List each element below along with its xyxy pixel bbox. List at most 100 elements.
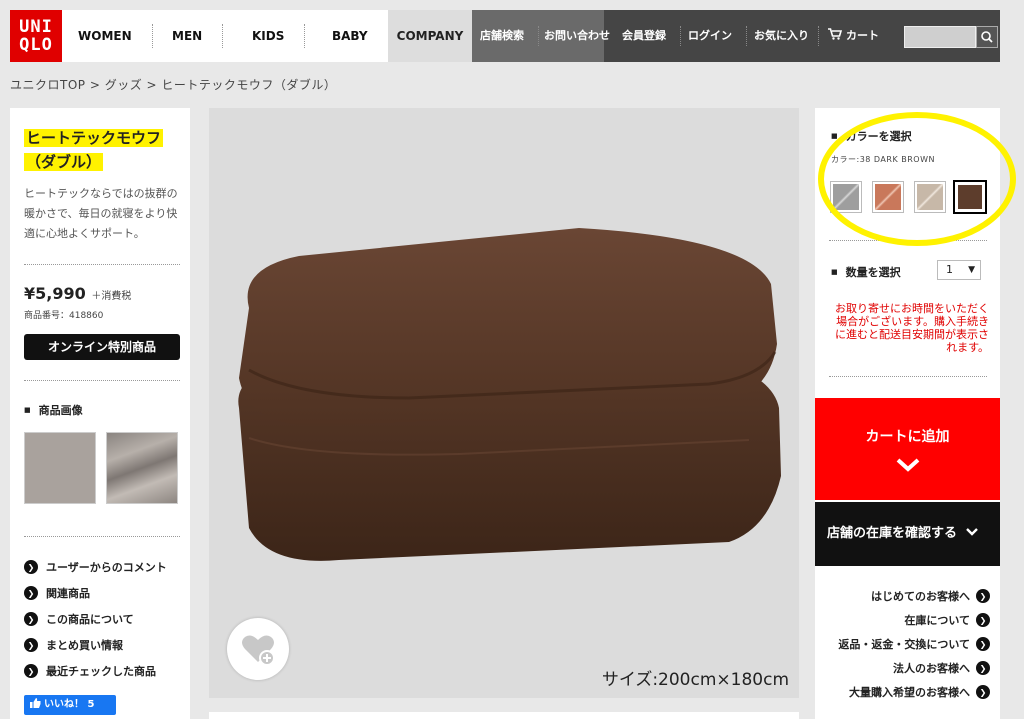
add-favorite-button[interactable]	[227, 618, 289, 680]
product-number: 商品番号：418860	[24, 311, 104, 321]
utility-divider	[746, 26, 747, 46]
search-button[interactable]	[976, 26, 998, 48]
utility-divider	[538, 26, 539, 46]
section-links: ❯ ユーザーからのコメント ❯ 関連商品 ❯ この商品について ❯ まとめ買い情報 ❯ 最…	[24, 554, 167, 684]
link-label: ユーザーからのコメント	[46, 561, 167, 574]
nav-men[interactable]: MEN	[172, 10, 202, 62]
add-to-cart-button[interactable]: カートに追加	[815, 398, 1000, 500]
link-related-products[interactable]: ❯ 関連商品	[24, 580, 167, 606]
tax-note: ＋消費税	[91, 291, 132, 302]
chevron-right-icon: ❯	[976, 685, 990, 699]
product-title: ヒートテックモウフ （ダブル）	[24, 126, 164, 174]
nav-divider	[304, 24, 305, 48]
link-about-product[interactable]: ❯ この商品について	[24, 606, 167, 632]
help-links: はじめてのお客様へ ❯ 在庫について ❯ 返品・返金・交換について ❯ 法人のお客様へ…	[838, 584, 990, 704]
store-button-label: 店舗の在庫を確認する	[827, 526, 958, 541]
chevron-down-icon: ❯	[24, 638, 38, 652]
help-bulk-purchase[interactable]: 大量購入希望のお客様へ ❯	[838, 680, 990, 704]
quantity-heading: 数量を選択	[831, 264, 901, 280]
help-label: 在庫について	[904, 614, 970, 627]
help-label: 返品・返金・交換について	[838, 638, 970, 651]
divider	[24, 536, 180, 537]
delivery-notice: お取り寄せにお時間をいただく場合がございます。購入手続きに進むと配送目安期間が表…	[835, 302, 989, 354]
color-select-heading: カラーを選択	[831, 128, 912, 144]
chevron-down-icon: ❯	[24, 612, 38, 626]
chevron-down-icon	[965, 528, 978, 536]
color-swatch-beige[interactable]	[914, 181, 946, 213]
utility-bar: 店舗検索 お問い合わせ 会員登録 ログイン お気に入り カート	[472, 10, 1000, 62]
search-icon	[981, 31, 993, 43]
nav-kids[interactable]: KIDS	[252, 10, 284, 62]
color-swatch-dark-brown[interactable]	[953, 180, 987, 214]
nav-company[interactable]: COMPANY	[388, 10, 472, 62]
link-user-comments[interactable]: ❯ ユーザーからのコメント	[24, 554, 167, 580]
chevron-down-icon: ❯	[24, 560, 38, 574]
logo-text-top: UNI	[19, 17, 53, 37]
help-corporate[interactable]: 法人のお客様へ ❯	[838, 656, 990, 680]
product-images-heading: 商品画像	[24, 402, 83, 418]
cart-link[interactable]: カート	[828, 10, 879, 62]
link-bulk-info[interactable]: ❯ まとめ買い情報	[24, 632, 167, 658]
divider	[829, 376, 987, 377]
product-title-line1: ヒートテックモウフ	[24, 129, 164, 147]
dropdown-arrow-icon: ▼	[968, 265, 975, 275]
quantity-value: 1	[946, 263, 953, 276]
utility-divider	[680, 26, 681, 46]
help-returns[interactable]: 返品・返金・交換について ❯	[838, 632, 990, 656]
search-input[interactable]	[904, 26, 976, 48]
cart-icon	[828, 28, 843, 40]
product-price: ¥5,990 ＋消費税	[24, 284, 131, 303]
register-link[interactable]: 会員登録	[622, 10, 666, 62]
link-label: 最近チェックした商品	[46, 665, 156, 678]
purchase-options-column: カラーを選択 カラー:38 DARK BROWN 数量を選択 1▼ お取り寄せに…	[815, 108, 1000, 719]
blanket-illustration	[238, 228, 782, 561]
color-swatch-gray[interactable]	[830, 181, 862, 213]
nav-divider	[222, 24, 223, 48]
help-label: はじめてのお客様へ	[871, 590, 970, 603]
product-thumbnail-2[interactable]	[106, 432, 178, 504]
thumbs-up-icon	[30, 698, 41, 708]
favorites-link[interactable]: お気に入り	[754, 10, 809, 62]
breadcrumb[interactable]: ユニクロTOP > グッズ > ヒートテックモウフ（ダブル）	[10, 76, 336, 93]
product-thumbnail-1[interactable]	[24, 432, 96, 504]
cart-link-label: カート	[846, 29, 879, 42]
chevron-right-icon: ❯	[976, 661, 990, 675]
divider	[829, 240, 987, 241]
divider	[24, 264, 180, 265]
login-link[interactable]: ログイン	[688, 10, 732, 62]
like-label: いいね！ 5	[44, 699, 95, 710]
chevron-down-icon	[815, 454, 1000, 478]
site-header: UNI QLO WOMEN MEN KIDS BABY COMPANY 店舗検索…	[10, 10, 1000, 62]
facebook-like-button[interactable]: いいね！ 5	[24, 695, 116, 715]
quantity-select[interactable]: 1 ▼	[937, 260, 981, 280]
nav-divider	[152, 24, 153, 48]
main-product-image[interactable]: サイズ:200cm×180cm	[209, 108, 799, 698]
online-exclusive-badge: オンライン特別商品	[24, 334, 180, 360]
link-label: 関連商品	[46, 587, 90, 600]
color-swatch-orange[interactable]	[872, 181, 904, 213]
help-label: 大量購入希望のお客様へ	[849, 686, 970, 699]
chevron-down-icon: ❯	[24, 664, 38, 678]
link-label: まとめ買い情報	[46, 639, 123, 652]
check-store-stock-button[interactable]: 店舗の在庫を確認する	[815, 502, 1000, 566]
content-strip	[209, 712, 799, 719]
chevron-right-icon: ❯	[976, 613, 990, 627]
link-recently-viewed[interactable]: ❯ 最近チェックした商品	[24, 658, 167, 684]
chevron-right-icon: ❯	[976, 637, 990, 651]
add-to-cart-label: カートに追加	[865, 429, 950, 445]
help-stock[interactable]: 在庫について ❯	[838, 608, 990, 632]
product-info-column: ヒートテックモウフ （ダブル） ヒートテックならではの抜群の暖かさで、毎日の就寝…	[10, 108, 190, 719]
link-label: この商品について	[46, 613, 134, 626]
size-caption: サイズ:200cm×180cm	[601, 670, 789, 690]
contact-link[interactable]: お問い合わせ	[544, 10, 610, 62]
heart-plus-icon	[242, 635, 275, 666]
store-search-link[interactable]: 店舗検索	[480, 10, 524, 62]
logo-text-bottom: QLO	[19, 35, 53, 55]
uniqlo-logo[interactable]: UNI QLO	[10, 10, 62, 62]
nav-women[interactable]: WOMEN	[78, 10, 132, 62]
product-title-line2: （ダブル）	[24, 153, 104, 171]
help-first-time[interactable]: はじめてのお客様へ ❯	[838, 584, 990, 608]
selected-color-label: カラー:38 DARK BROWN	[831, 155, 935, 164]
chevron-down-icon: ❯	[24, 586, 38, 600]
nav-baby[interactable]: BABY	[332, 10, 368, 62]
